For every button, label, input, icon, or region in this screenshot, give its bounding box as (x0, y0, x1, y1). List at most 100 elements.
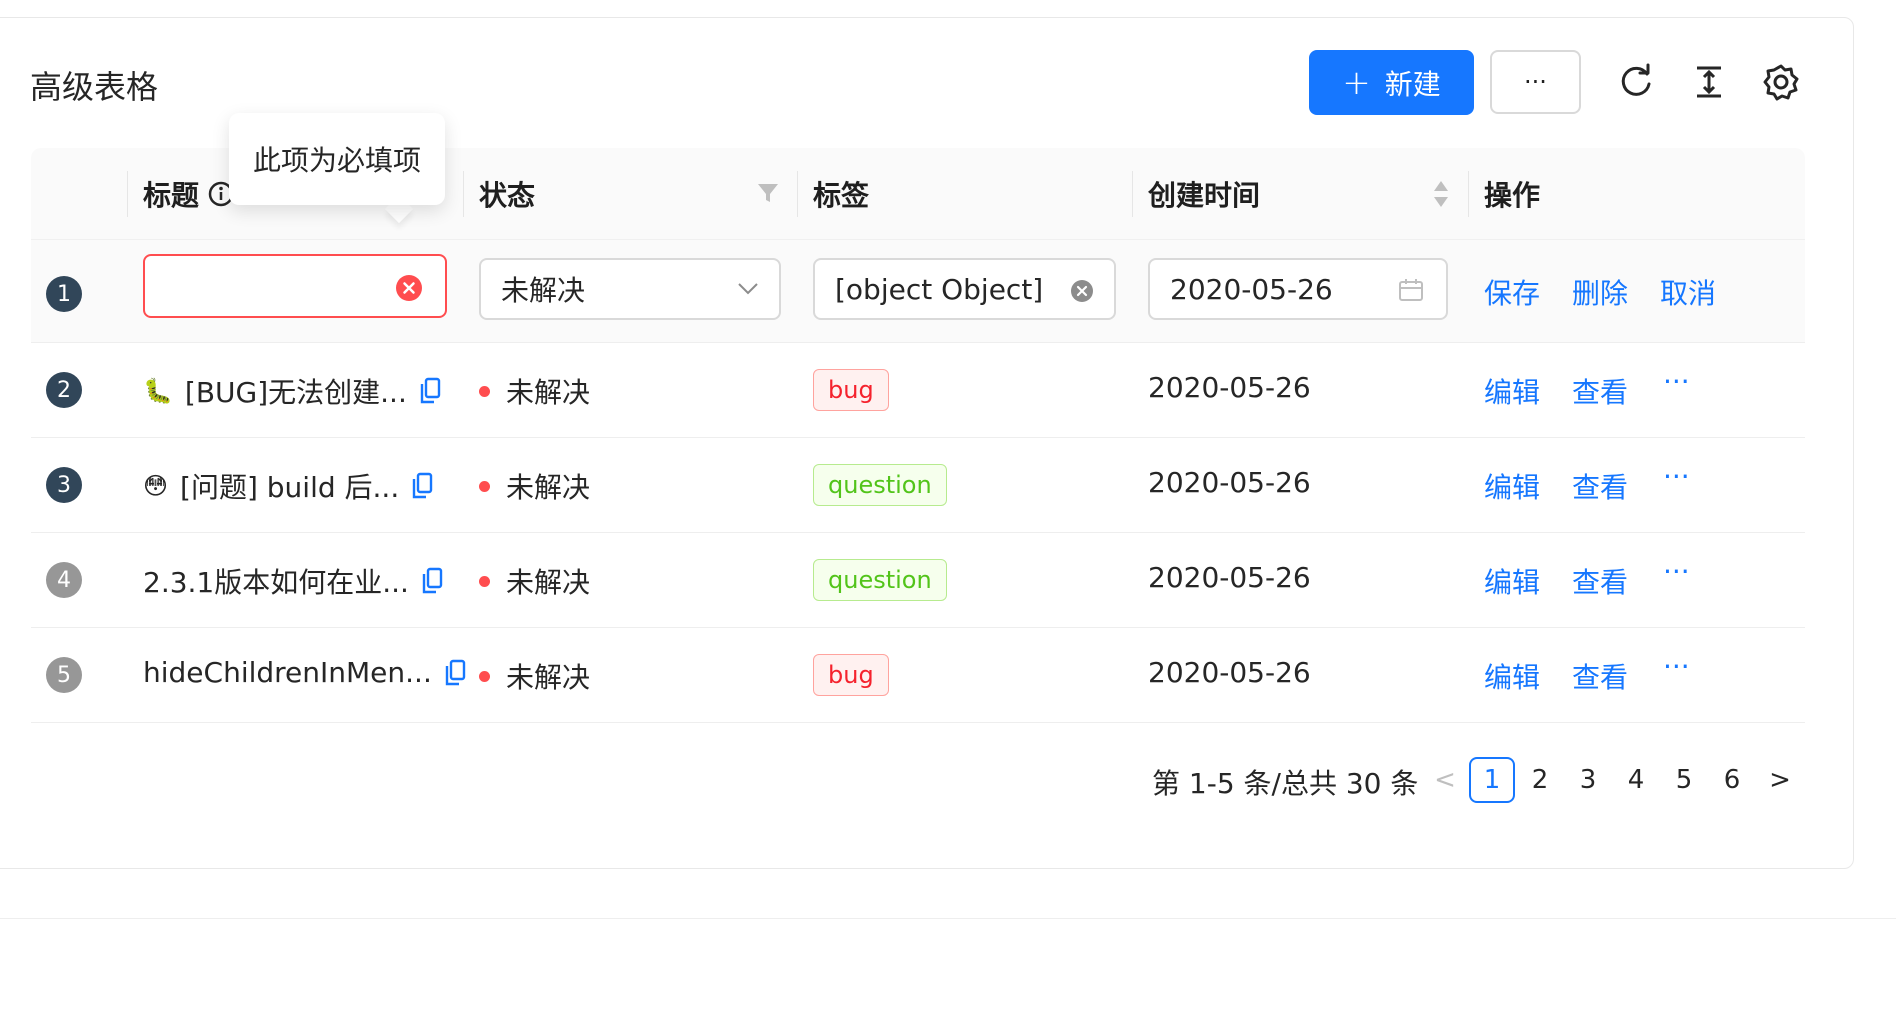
column-header-actions: 操作 (1484, 179, 1541, 212)
row-status: 未解决 (479, 466, 590, 506)
calendar-icon (1399, 279, 1423, 301)
row-status-text: 未解决 (506, 661, 591, 694)
status-dot (479, 670, 490, 682)
row-title: hideChildrenInMen... (143, 656, 466, 689)
row-title-text: hideChildrenInMen... (143, 656, 432, 689)
row-title-text: [问题] build 后... (180, 471, 400, 504)
caterpillar-icon: 🐛 (143, 377, 173, 405)
tag-bug: bug (813, 369, 889, 411)
row-index: 5 (46, 657, 82, 693)
delete-link[interactable]: 删除 (1572, 272, 1628, 312)
row-title-text: [BUG]无法创建... (184, 376, 407, 409)
row-status: 未解决 (479, 656, 590, 696)
row-status: 未解决 (479, 561, 590, 601)
row-title: 2.3.1版本如何在业... (143, 561, 443, 601)
tag-question: question (813, 464, 947, 506)
row-more-link[interactable]: ··· (1663, 460, 1690, 493)
pagination-total: 第 1-5 条/总共 30 条 (1152, 767, 1419, 800)
page-5-button[interactable]: 5 (1661, 757, 1707, 803)
plus-icon: + (1342, 62, 1371, 103)
row-status-text: 未解决 (506, 566, 591, 599)
column-divider (797, 171, 798, 217)
row-title-text: 2.3.1版本如何在业... (143, 566, 409, 599)
row-index: 3 (46, 467, 82, 503)
row-title: 😳 [问题] build 后... (143, 466, 433, 506)
required-tooltip: 此项为必填项 (229, 113, 445, 205)
row-date: 2020-05-26 (1148, 371, 1311, 404)
date-picker[interactable]: 2020-05-26 (1148, 258, 1448, 320)
title-input[interactable] (143, 254, 447, 318)
row-status-text: 未解决 (506, 376, 591, 409)
column-divider (463, 171, 464, 217)
row-index: 2 (46, 372, 82, 408)
copy-icon[interactable] (419, 377, 441, 405)
row-status: 未解决 (479, 371, 590, 411)
copy-icon[interactable] (421, 567, 443, 595)
column-divider (1132, 171, 1133, 217)
clear-error-icon[interactable] (395, 274, 423, 302)
copy-icon[interactable] (444, 659, 466, 687)
view-link[interactable]: 查看 (1572, 561, 1628, 601)
table-title: 高级表格 (30, 68, 159, 106)
prev-page-button[interactable]: < (1422, 757, 1468, 803)
settings-icon[interactable] (1761, 62, 1801, 102)
next-page-button[interactable]: > (1757, 757, 1803, 803)
edit-link[interactable]: 编辑 (1484, 466, 1540, 506)
table-row-editing: 1 未解决 [object Object] 2020-05-26 保存 删除 取… (31, 240, 1805, 343)
page-1-button[interactable]: 1 (1469, 757, 1515, 803)
view-link[interactable]: 查看 (1572, 656, 1628, 696)
column-divider (1468, 171, 1469, 217)
table-row: 5 hideChildrenInMen... 未解决 bug 2020-05-2… (31, 628, 1805, 723)
column-header-status: 状态 (479, 179, 536, 212)
status-dot (479, 480, 490, 492)
page-2-button[interactable]: 2 (1517, 757, 1563, 803)
edit-link[interactable]: 编辑 (1484, 561, 1540, 601)
tag-bug: bug (813, 654, 889, 696)
more-button[interactable]: ··· (1490, 50, 1581, 114)
date-picker-value: 2020-05-26 (1170, 272, 1333, 306)
divider (0, 918, 1896, 919)
column-divider (127, 171, 128, 217)
column-header-tags: 标签 (813, 179, 870, 212)
tag-question: question (813, 559, 947, 601)
page-6-button[interactable]: 6 (1709, 757, 1755, 803)
row-index: 1 (46, 276, 82, 312)
row-date: 2020-05-26 (1148, 561, 1311, 594)
row-date: 2020-05-26 (1148, 466, 1311, 499)
chevron-down-icon (738, 283, 758, 295)
status-select[interactable]: 未解决 (479, 258, 781, 320)
new-button[interactable]: + 新建 (1309, 50, 1474, 115)
edit-link[interactable]: 编辑 (1484, 371, 1540, 411)
status-dot (479, 575, 490, 587)
column-title-label: 标题 (143, 179, 200, 212)
table-row: 2 🐛 [BUG]无法创建... 未解决 bug 2020-05-26 编辑 查… (31, 343, 1805, 438)
save-link[interactable]: 保存 (1484, 272, 1540, 312)
row-more-link[interactable]: ··· (1663, 555, 1690, 588)
edit-link[interactable]: 编辑 (1484, 656, 1540, 696)
clear-icon[interactable] (1070, 279, 1094, 303)
density-icon[interactable] (1689, 62, 1729, 102)
view-link[interactable]: 查看 (1572, 466, 1628, 506)
view-link[interactable]: 查看 (1572, 371, 1628, 411)
column-header-created[interactable]: 创建时间 (1148, 148, 1260, 240)
column-header-title[interactable]: 标题 (143, 148, 235, 240)
row-index: 4 (46, 562, 82, 598)
status-select-value: 未解决 (501, 274, 586, 307)
new-button-label: 新建 (1384, 67, 1441, 101)
tag-input[interactable]: [object Object] (813, 258, 1116, 320)
row-title: 🐛 [BUG]无法创建... (143, 371, 441, 411)
copy-icon[interactable] (411, 472, 433, 500)
filter-icon[interactable] (756, 181, 780, 205)
table-row: 3 😳 [问题] build 后... 未解决 question 2020-05… (31, 438, 1805, 533)
reload-icon[interactable] (1616, 62, 1656, 102)
row-more-link[interactable]: ··· (1663, 365, 1690, 398)
row-status-text: 未解决 (506, 471, 591, 504)
flushed-face-icon: 😳 (143, 472, 169, 500)
page-4-button[interactable]: 4 (1613, 757, 1659, 803)
cancel-link[interactable]: 取消 (1660, 272, 1716, 312)
row-more-link[interactable]: ··· (1663, 650, 1690, 683)
sort-icon[interactable] (1431, 178, 1451, 210)
page-3-button[interactable]: 3 (1565, 757, 1611, 803)
row-date: 2020-05-26 (1148, 656, 1311, 689)
table-row: 4 2.3.1版本如何在业... 未解决 question 2020-05-26… (31, 533, 1805, 628)
